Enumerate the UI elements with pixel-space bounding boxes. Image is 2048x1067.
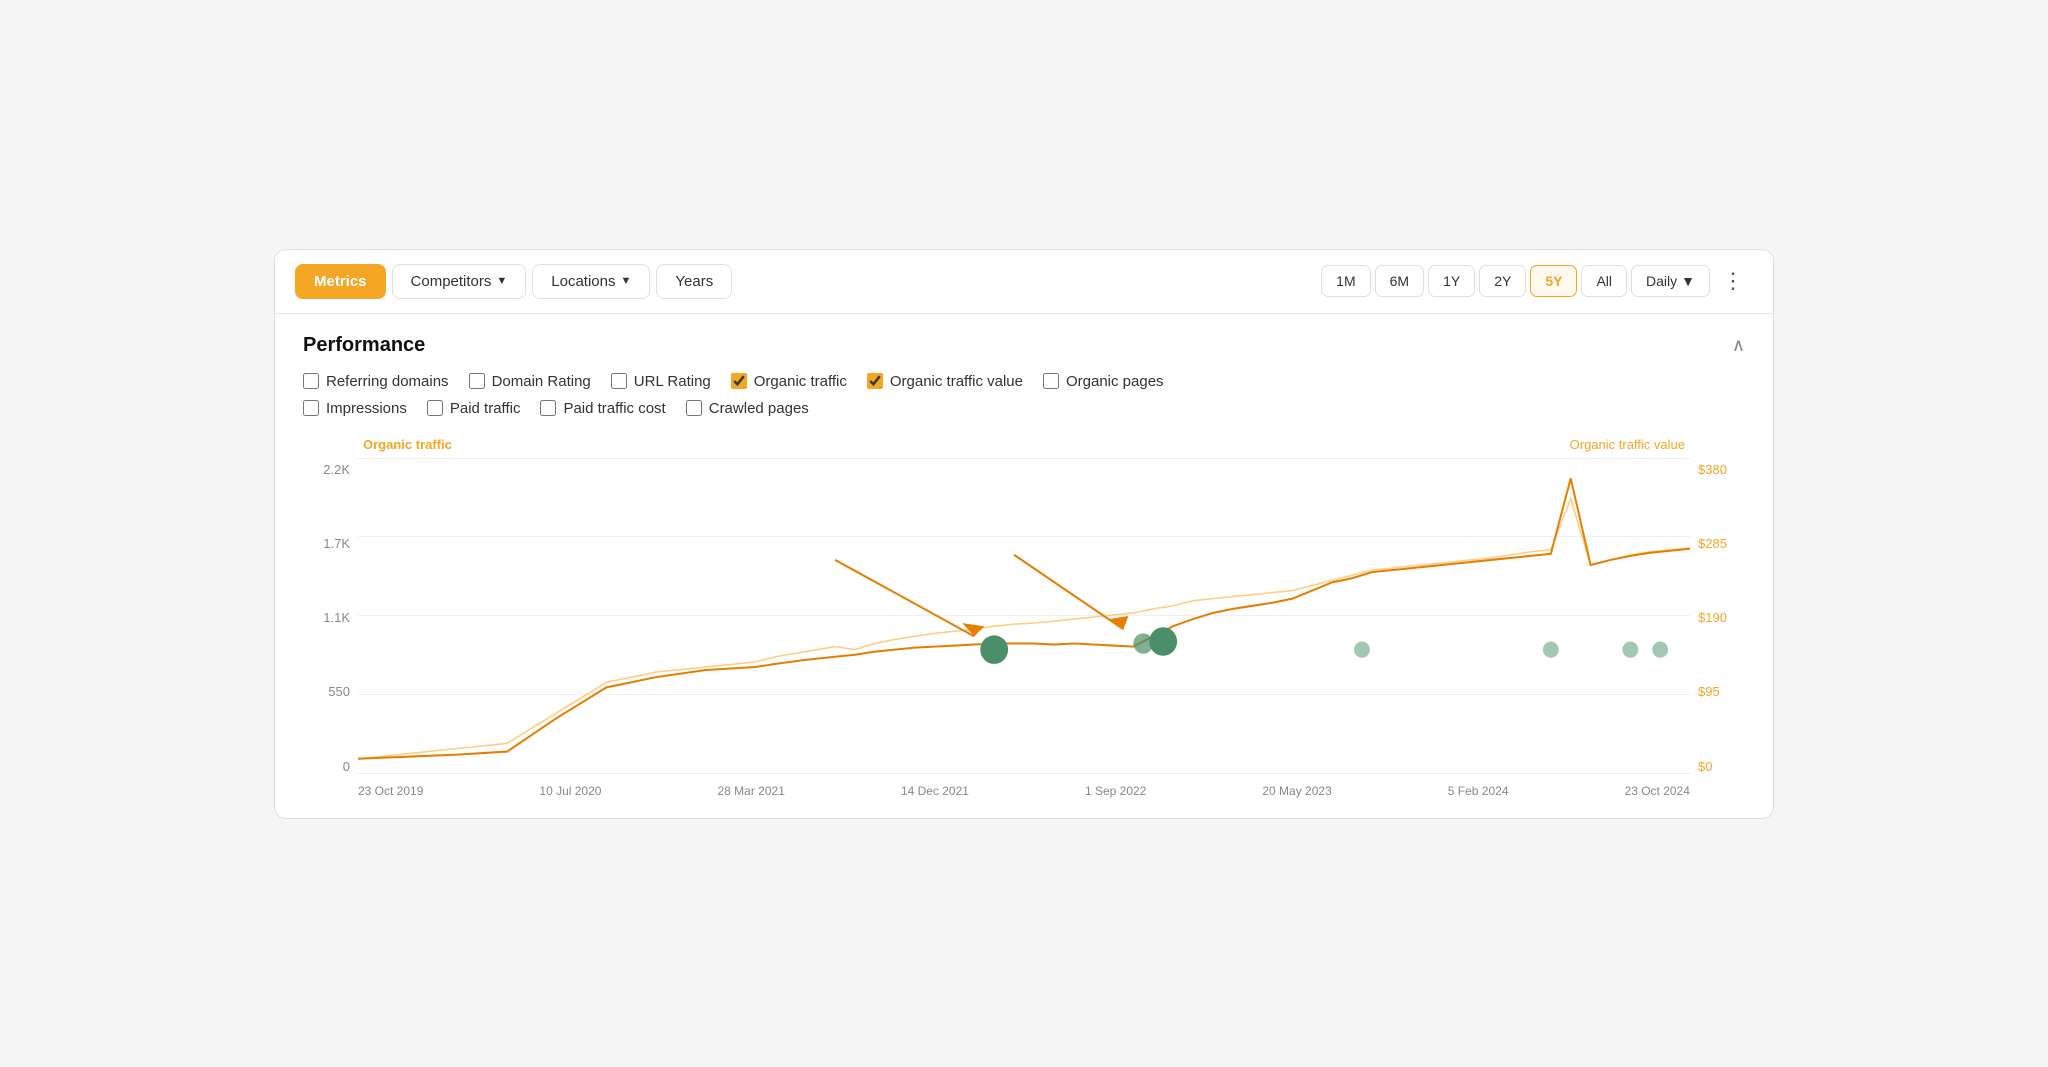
green-dot-5 bbox=[1622, 641, 1638, 657]
toolbar-left: Metrics Competitors ▼ Locations ▼ Years bbox=[295, 264, 732, 299]
checkbox-referring-domains-input[interactable] bbox=[303, 373, 319, 389]
toolbar: Metrics Competitors ▼ Locations ▼ Years … bbox=[275, 250, 1773, 314]
more-button[interactable]: ⋮ bbox=[1714, 264, 1753, 298]
organic-traffic-line bbox=[358, 478, 1690, 758]
arrow-1-line bbox=[835, 559, 974, 635]
y-left-2: 1.1K bbox=[323, 610, 350, 625]
x-label-1: 10 Jul 2020 bbox=[539, 784, 601, 798]
checkbox-organic-traffic[interactable]: Organic traffic bbox=[731, 373, 847, 390]
x-label-3: 14 Dec 2021 bbox=[901, 784, 969, 798]
time-6m[interactable]: 6M bbox=[1375, 265, 1424, 297]
y-axis-left: 2.2K 1.7K 1.1K 550 0 bbox=[303, 458, 358, 798]
checkboxes-row-1: Referring domains Domain Rating URL Rati… bbox=[303, 373, 1745, 390]
checkbox-organic-pages-input[interactable] bbox=[1043, 373, 1059, 389]
time-1y[interactable]: 1Y bbox=[1428, 265, 1475, 297]
chart-svg bbox=[358, 458, 1690, 774]
performance-section: Performance ∧ Referring domains Domain R… bbox=[275, 314, 1773, 818]
y-left-1: 1.7K bbox=[323, 536, 350, 551]
checkbox-crawled-pages-input[interactable] bbox=[686, 400, 702, 416]
arrow-2-line bbox=[1014, 554, 1123, 628]
toolbar-right: 1M 6M 1Y 2Y 5Y All Daily ▼ ⋮ bbox=[1321, 264, 1753, 298]
organic-traffic-value-line bbox=[358, 498, 1690, 758]
tab-competitors[interactable]: Competitors ▼ bbox=[392, 264, 527, 299]
checkbox-organic-pages[interactable]: Organic pages bbox=[1043, 373, 1164, 390]
checkbox-paid-traffic-input[interactable] bbox=[427, 400, 443, 416]
interval-caret: ▼ bbox=[1681, 273, 1695, 289]
time-2y[interactable]: 2Y bbox=[1479, 265, 1526, 297]
x-label-6: 5 Feb 2024 bbox=[1448, 784, 1509, 798]
checkbox-url-rating-input[interactable] bbox=[611, 373, 627, 389]
section-title: Performance bbox=[303, 334, 425, 357]
tab-years[interactable]: Years bbox=[656, 264, 732, 299]
checkbox-crawled-pages[interactable]: Crawled pages bbox=[686, 400, 809, 417]
checkbox-organic-traffic-value-input[interactable] bbox=[867, 373, 883, 389]
x-label-5: 20 May 2023 bbox=[1262, 784, 1331, 798]
green-dot-3 bbox=[1354, 641, 1370, 657]
y-axis-right: $380 $285 $190 $95 $0 bbox=[1690, 458, 1745, 798]
x-label-7: 23 Oct 2024 bbox=[1625, 784, 1690, 798]
checkbox-organic-traffic-value[interactable]: Organic traffic value bbox=[867, 373, 1023, 390]
checkboxes-row-2: Impressions Paid traffic Paid traffic co… bbox=[303, 400, 1745, 417]
checkbox-domain-rating[interactable]: Domain Rating bbox=[469, 373, 591, 390]
main-container: Metrics Competitors ▼ Locations ▼ Years … bbox=[274, 249, 1774, 819]
tab-metrics[interactable]: Metrics bbox=[295, 264, 386, 299]
y-right-2: $190 bbox=[1698, 610, 1727, 625]
collapse-button[interactable]: ∧ bbox=[1732, 335, 1745, 356]
checkbox-paid-traffic[interactable]: Paid traffic bbox=[427, 400, 521, 417]
time-5y[interactable]: 5Y bbox=[1530, 265, 1577, 297]
checkbox-impressions[interactable]: Impressions bbox=[303, 400, 407, 417]
x-label-0: 23 Oct 2019 bbox=[358, 784, 423, 798]
y-left-top: 2.2K bbox=[323, 462, 350, 477]
locations-caret: ▼ bbox=[621, 275, 632, 287]
x-label-2: 28 Mar 2021 bbox=[717, 784, 784, 798]
x-axis: 23 Oct 2019 10 Jul 2020 28 Mar 2021 14 D… bbox=[358, 776, 1690, 798]
y-right-3: $95 bbox=[1698, 684, 1720, 699]
green-dot-1 bbox=[980, 635, 1008, 664]
chart-area: Organic traffic Organic traffic value 2.… bbox=[303, 431, 1745, 818]
checkbox-paid-traffic-cost-input[interactable] bbox=[540, 400, 556, 416]
chart-left-label: Organic traffic bbox=[363, 437, 452, 452]
checkbox-url-rating[interactable]: URL Rating bbox=[611, 373, 711, 390]
checkbox-paid-traffic-cost[interactable]: Paid traffic cost bbox=[540, 400, 665, 417]
green-dot-6 bbox=[1652, 641, 1668, 657]
y-left-bottom: 0 bbox=[343, 759, 350, 774]
y-right-bottom: $0 bbox=[1698, 759, 1712, 774]
chart-wrapper: 2.2K 1.7K 1.1K 550 0 $380 $285 $190 $95 … bbox=[303, 458, 1745, 798]
checkbox-organic-traffic-input[interactable] bbox=[731, 373, 747, 389]
x-label-4: 1 Sep 2022 bbox=[1085, 784, 1146, 798]
checkbox-impressions-input[interactable] bbox=[303, 400, 319, 416]
time-1m[interactable]: 1M bbox=[1321, 265, 1370, 297]
tab-locations[interactable]: Locations ▼ bbox=[532, 264, 650, 299]
chart-right-label: Organic traffic value bbox=[1570, 437, 1685, 452]
time-all[interactable]: All bbox=[1581, 265, 1627, 297]
checkbox-referring-domains[interactable]: Referring domains bbox=[303, 373, 449, 390]
y-left-3: 550 bbox=[328, 684, 350, 699]
competitors-caret: ▼ bbox=[496, 275, 507, 287]
interval-dropdown[interactable]: Daily ▼ bbox=[1631, 265, 1710, 297]
y-right-top: $380 bbox=[1698, 462, 1727, 477]
green-dot-4 bbox=[1543, 641, 1559, 657]
checkbox-domain-rating-input[interactable] bbox=[469, 373, 485, 389]
chart-svg-element bbox=[358, 458, 1690, 774]
section-header: Performance ∧ bbox=[303, 334, 1745, 357]
chart-labels-top: Organic traffic Organic traffic value bbox=[303, 431, 1745, 458]
y-right-1: $285 bbox=[1698, 536, 1727, 551]
green-dot-2b bbox=[1149, 627, 1177, 656]
